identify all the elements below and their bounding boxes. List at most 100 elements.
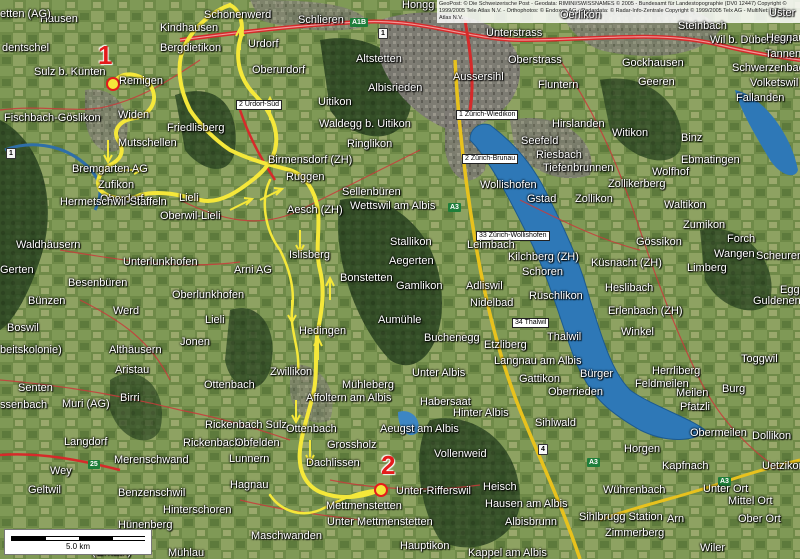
place-label: Uster <box>769 7 796 19</box>
place-label: Friedlisberg <box>167 122 225 134</box>
place-label: Senten <box>18 382 53 394</box>
place-label: Oberurdorf <box>252 64 306 76</box>
place-label: Zumikon <box>683 219 726 231</box>
place-label: Urdorf <box>248 38 279 50</box>
place-label: Sihlbrugg Station <box>579 511 663 523</box>
end-marker[interactable] <box>374 483 388 497</box>
place-label: Ebmatingen <box>681 154 740 166</box>
place-label: Hinterschoren <box>163 504 232 516</box>
place-label: Steinbach <box>678 20 727 32</box>
place-label: dentschel <box>2 42 50 54</box>
place-label: Aeugst am Albis <box>380 423 459 435</box>
place-label: Wey <box>50 465 72 477</box>
place-label: Langnau am Albis <box>494 355 582 367</box>
place-label: Pfatzli <box>680 401 710 413</box>
place-label: Witikon <box>612 127 649 139</box>
place-label: Hauptikon <box>400 540 450 552</box>
place-label: Rickenbach <box>183 437 241 449</box>
place-label: Sellenbüren <box>342 186 401 198</box>
place-label: Hagnau <box>230 479 269 491</box>
place-label: Birmensdorf (ZH) <box>268 154 353 166</box>
place-label: Besenbüren <box>68 277 128 289</box>
place-label: Mittel Ort <box>728 495 773 507</box>
place-label: Meilen <box>676 387 709 399</box>
shield-route-4: 4 <box>538 444 548 455</box>
marker-2-label: 2 <box>381 450 396 480</box>
place-label: Wiler <box>700 542 726 554</box>
place-label: Sulz b. Künten <box>34 66 106 78</box>
place-label: Wührenbach <box>603 484 666 496</box>
place-label: Waldegg b. Uitikon <box>319 118 411 130</box>
shield-route-1-north: 1 <box>378 28 388 39</box>
scale-bar-graphic <box>11 536 146 541</box>
place-label: Küsnacht (ZH) <box>591 257 662 269</box>
place-label: Ober Ort <box>738 513 781 525</box>
place-label: Hausen am Albis <box>485 498 568 510</box>
place-label: Kindhausen <box>160 22 219 34</box>
place-label: Forch <box>727 233 756 245</box>
place-label: Mutschellen <box>118 137 177 149</box>
place-label: Wangen <box>714 248 755 260</box>
shield-a1: A1B <box>350 18 369 27</box>
place-label: Gockhausen <box>622 57 684 69</box>
place-label: Widen <box>118 109 150 121</box>
place-label: Winkel <box>621 326 655 338</box>
place-label: Muri (AG) <box>62 398 110 410</box>
place-label: Kapfnach <box>662 460 709 472</box>
place-label: Bürger <box>580 368 614 380</box>
place-label: Erlenbach (ZH) <box>608 305 683 317</box>
place-label: Altstetten <box>356 53 402 65</box>
place-label: Gerten <box>0 264 34 276</box>
place-label: Zwillikon <box>270 366 313 378</box>
shield-a3-north: A3 <box>448 203 461 212</box>
place-label: Maschwanden <box>251 530 322 542</box>
shield-route-1-west: 1 <box>6 148 16 159</box>
place-label: Kilchberg (ZH) <box>508 251 579 263</box>
scale-bar: 5.0 km <box>4 529 152 555</box>
place-label: Limberg <box>687 262 727 274</box>
place-label: Remigen <box>119 75 164 87</box>
place-label: Oberstrass <box>508 54 562 66</box>
shield-a3-south: A3 <box>587 458 600 467</box>
exit-urdorf-sud: 2 Urdorf-Süd <box>236 100 283 110</box>
place-label: Lunnern <box>229 453 270 465</box>
place-label: Oberrieden <box>548 386 604 398</box>
place-label: Mühleberg <box>342 379 394 391</box>
place-label: Oberwil-Lieli <box>160 210 221 222</box>
place-label: Islisberg <box>289 249 330 261</box>
place-label: Oberlunkhofen <box>172 289 245 301</box>
place-label: Schwerzenbach <box>732 62 800 74</box>
place-label: Gamlikon <box>396 280 443 292</box>
place-label: Vollenweid <box>434 448 487 460</box>
place-label: Nidelbad <box>470 297 514 309</box>
place-label: Unter-Rifferswil <box>396 485 471 497</box>
place-label: Unter Mettmenstetten <box>327 516 433 528</box>
place-label: Rüschlikon <box>529 290 583 302</box>
place-label: Obfelden <box>235 437 280 449</box>
place-label: etten (AG) <box>0 8 51 20</box>
place-label: Zimmerberg <box>605 527 665 539</box>
place-label: Albisrieden <box>368 82 423 94</box>
place-label: Schoren <box>522 266 563 278</box>
place-label: Grossholz <box>327 439 377 451</box>
place-label: Dollikon <box>752 430 792 442</box>
place-label: Hinter Albis <box>453 407 509 419</box>
place-label: Mühlau <box>168 547 205 559</box>
start-marker[interactable] <box>106 77 120 91</box>
place-label: Seefeld <box>521 135 559 147</box>
place-label: Oerlikon <box>560 9 601 21</box>
place-label: Zufikon <box>98 179 135 191</box>
place-label: Bergdietikon <box>160 42 222 54</box>
place-label: Hermetschwil-Staffeln <box>60 196 167 208</box>
place-label: Guldenen <box>753 295 800 307</box>
place-label: Ringlikon <box>347 138 393 150</box>
place-label: Hongg <box>402 0 435 11</box>
place-label: Mettmenstetten <box>326 500 402 512</box>
place-label: Hegnau <box>766 32 800 44</box>
place-label: Sihlwald <box>535 417 576 429</box>
place-label: Fluntern <box>538 79 579 91</box>
place-label: Ottenbach <box>204 379 255 391</box>
place-label: Ottenbach <box>286 423 337 435</box>
place-label: Ruggen <box>286 171 325 183</box>
place-label: Langdorf <box>64 436 108 448</box>
